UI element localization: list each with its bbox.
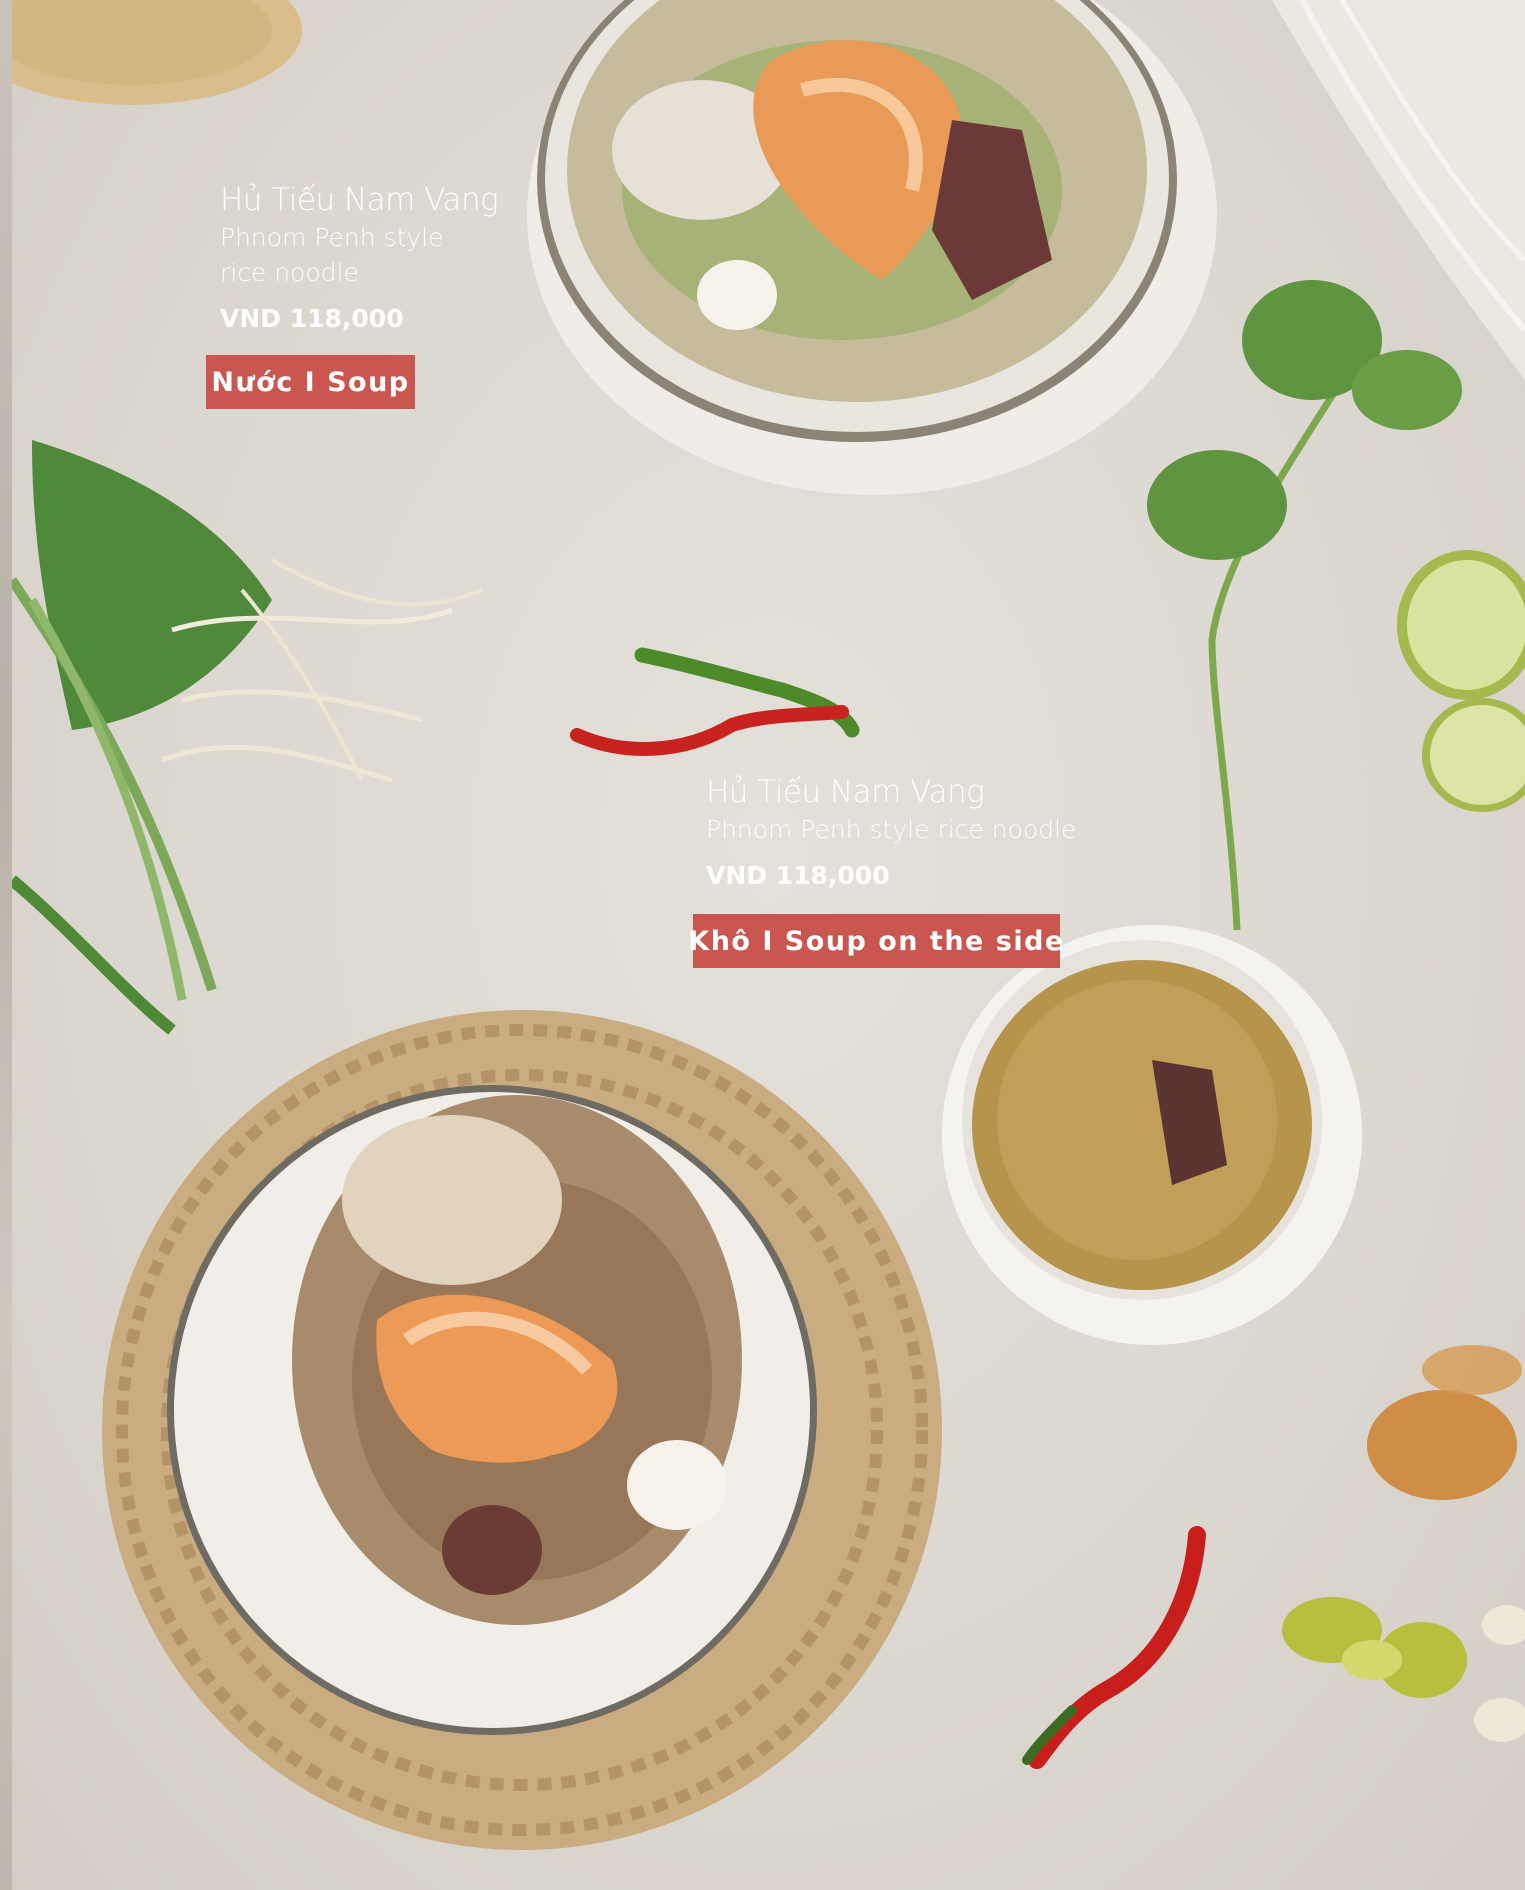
herbs-and-sprouts (12, 440, 483, 1035)
soup-noodle-bowl (527, 0, 1217, 495)
style-tag-dry: Khô I Soup on the side (688, 914, 1063, 968)
dish-description: Phnom Penh style rice noodle (706, 815, 1077, 844)
side-soup-bowl (942, 925, 1362, 1345)
chili-peppers (570, 647, 860, 756)
dish-price: VND 118,000 (220, 304, 404, 333)
style-tag-soup: Nước I Soup (206, 355, 415, 409)
dried-egg-noodles (12, 0, 302, 105)
red-chili-bottom (1022, 1526, 1206, 1769)
fried-garlic (1367, 1345, 1522, 1500)
dish-price: VND 118,000 (706, 861, 890, 890)
dish-name: Hủ Tiếu Nam Vang (706, 774, 985, 810)
dish-name: Hủ Tiếu Nam Vang (220, 182, 499, 218)
dish-description-line-2: rice noodle (220, 258, 359, 287)
page-edge-strip (0, 0, 12, 1890)
menu-item-2: Hủ Tiếu Nam Vang Phnom Penh style rice n… (706, 772, 1076, 893)
dish-description-line-1: Phnom Penh style (220, 223, 444, 252)
sliced-green-chili (1282, 1597, 1525, 1742)
menu-item-1: Hủ Tiếu Nam Vang Phnom Penh style rice n… (220, 180, 499, 336)
menu-page: Hủ Tiếu Nam Vang Phnom Penh style rice n… (12, 0, 1525, 1890)
dry-noodle-plate (102, 1010, 942, 1850)
lime-slices (1397, 550, 1525, 812)
